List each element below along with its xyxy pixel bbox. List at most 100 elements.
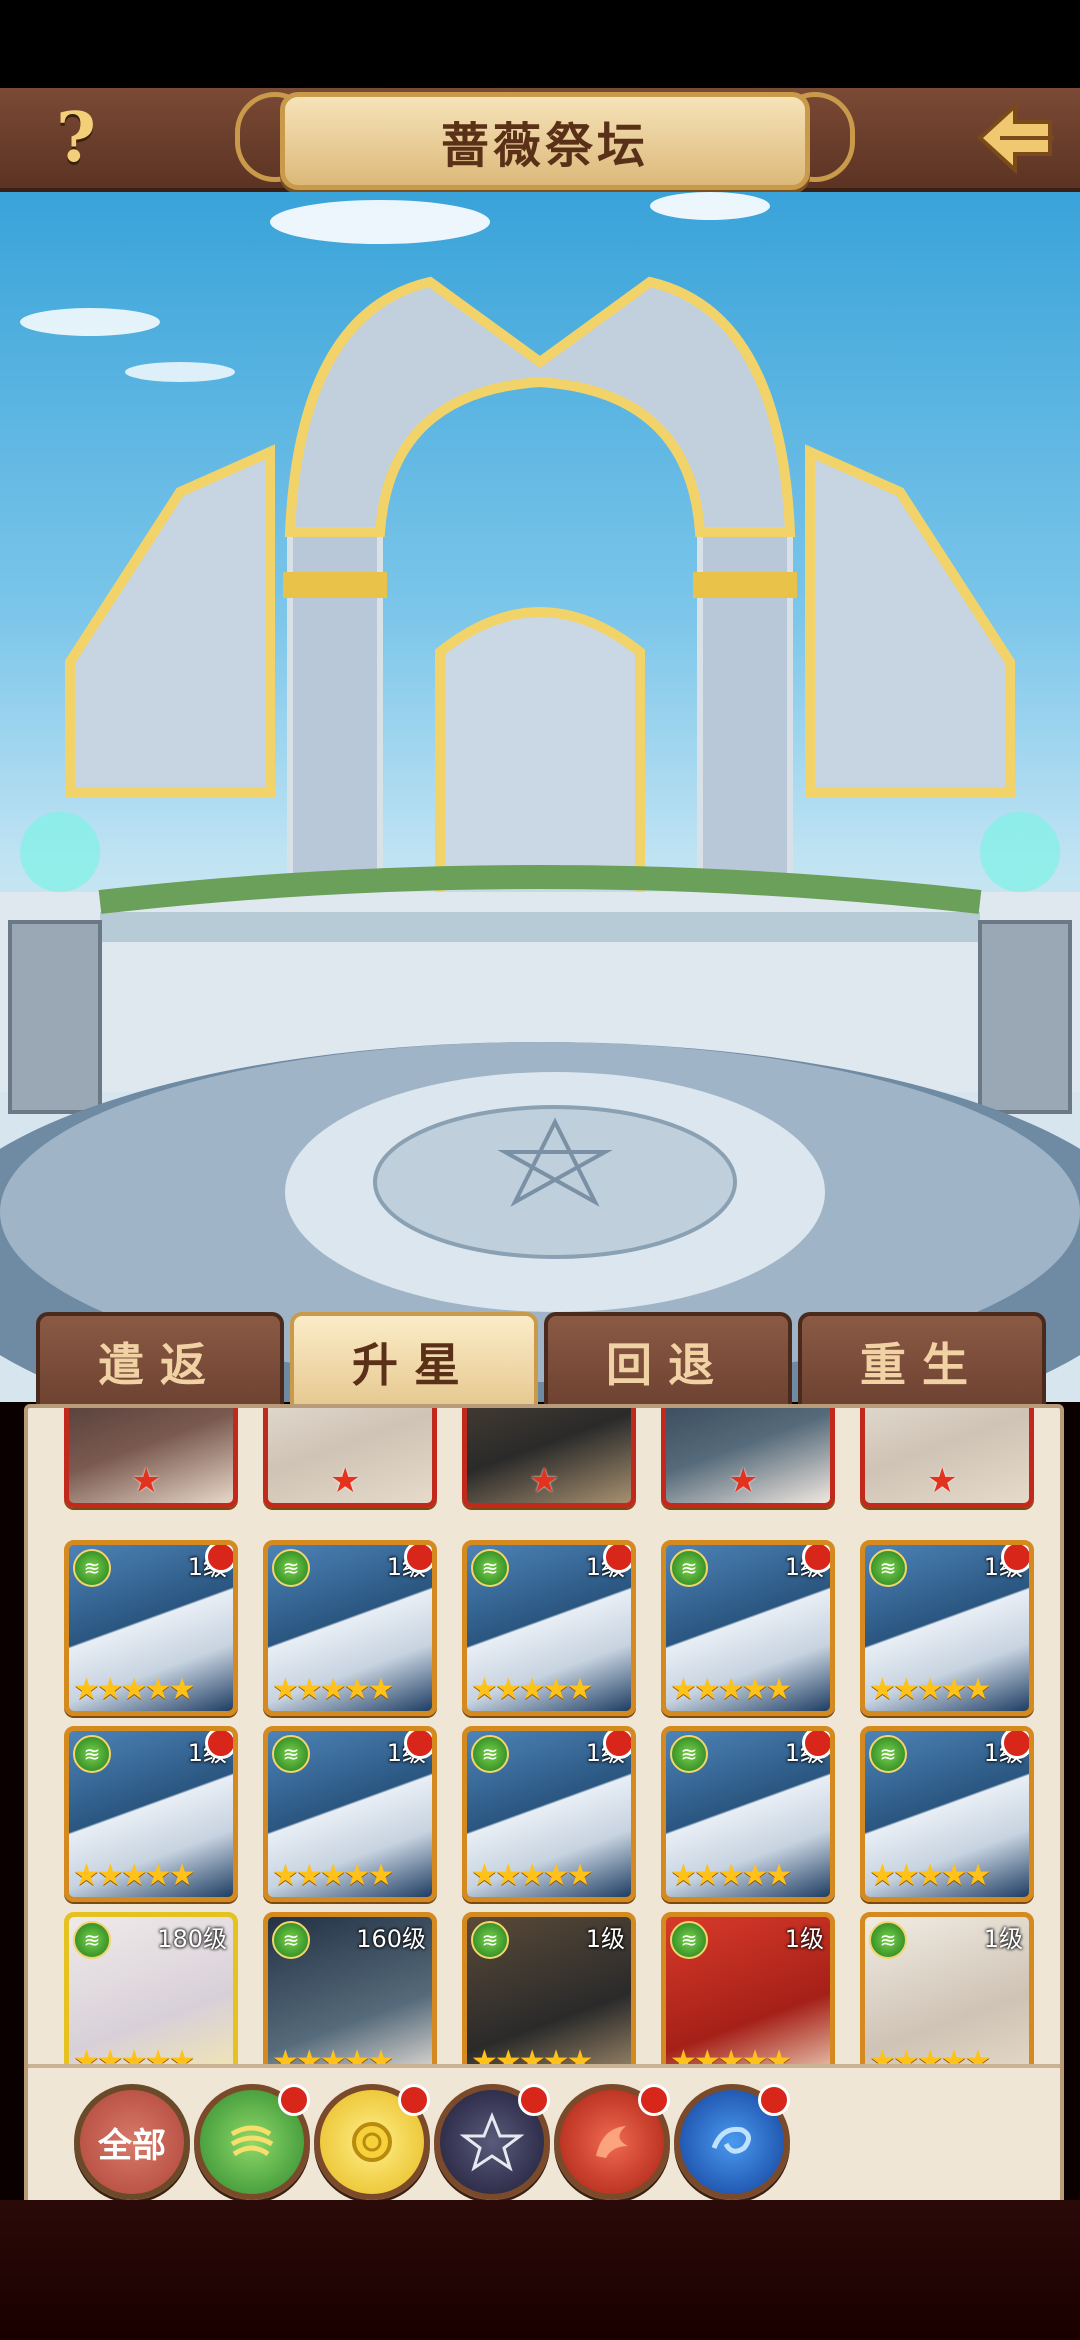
back-arrow-icon[interactable] (970, 98, 1060, 178)
tab-rebirth[interactable]: 重生 (798, 1312, 1046, 1408)
wind-element-icon: ≋ (73, 1549, 111, 1587)
wind-element-icon: ≋ (869, 1549, 907, 1587)
hero-card[interactable]: ≋ 1级 ★★★★★ (64, 1540, 238, 1716)
hero-level: 1级 (585, 1925, 625, 1953)
hero-card[interactable]: ≋ 1级 ★★★★★ (263, 1540, 437, 1716)
wind-element-icon: ≋ (272, 1549, 310, 1587)
hero-level: 180级 (157, 1925, 227, 1953)
filter-phoenix-button[interactable] (554, 2084, 670, 2200)
water-element-icon (711, 2126, 751, 2154)
notification-dot (603, 1545, 631, 1573)
phoenix-element-icon (596, 2126, 628, 2158)
notification-dot (603, 1731, 631, 1759)
notification-dot (205, 1545, 233, 1573)
tab-label: 遣返 (98, 1338, 222, 1392)
notification-dot (398, 2084, 430, 2116)
hero-stars: ★★★★★ (272, 1858, 394, 1893)
hero-card[interactable]: ≋ 1级 ★★★★★ (64, 1726, 238, 1902)
tab-star-up[interactable]: 升星 (290, 1312, 538, 1408)
hero-stars: ★★★★★ (73, 1858, 195, 1893)
notification-dot (802, 1545, 830, 1573)
hero-panel: ★ ★ ★ ★ ★ ≋ 1级 ★★★★★ ≋ 1级 ★★★★★ ≋ 1级 ★★★★★ ≋ 1级… (24, 1404, 1064, 2208)
notification-dot (278, 2084, 310, 2116)
notification-dot (205, 1731, 233, 1759)
filter-water-button[interactable] (674, 2084, 790, 2200)
title-plate: 蔷薇祭坛 (280, 92, 810, 190)
tab-revert[interactable]: 回退 (544, 1312, 792, 1408)
hero-stars: ★★★★★ (869, 1858, 991, 1893)
hero-card[interactable]: ≋ 1级 ★★★★★ (462, 1540, 636, 1716)
hero-card[interactable]: ≋ 1级 ★★★★★ (263, 1726, 437, 1902)
tab-label: 重生 (860, 1338, 984, 1392)
hero-card[interactable]: ≋ 1级 ★★★★★ (860, 1912, 1034, 2068)
hero-stars: ★★★★★ (471, 1858, 593, 1893)
altar-scene (0, 192, 1080, 1402)
wind-element-icon: ≋ (670, 1921, 708, 1959)
hero-card[interactable]: ★ (263, 1408, 437, 1508)
hero-card[interactable]: ≋ 1级 ★★★★★ (661, 1540, 835, 1716)
star-element-icon (460, 2111, 524, 2172)
hero-card[interactable]: ≋ 1级 ★★★★★ (462, 1912, 636, 2068)
filter-label: 全部 (98, 2125, 166, 2166)
bottom-background (0, 2200, 1080, 2340)
hero-stars: ★★★★★ (73, 1672, 195, 1707)
divider (28, 2064, 1060, 2068)
hero-grid[interactable]: ★ ★ ★ ★ ★ ≋ 1级 ★★★★★ ≋ 1级 ★★★★★ ≋ 1级 ★★★★★ ≋ 1级… (28, 1408, 1060, 2068)
wind-element-icon: ≋ (272, 1735, 310, 1773)
status-bar (0, 0, 1080, 88)
red-star-icon: ★ (728, 1461, 759, 1501)
hero-card[interactable]: ≋ 1级 ★★★★★ (860, 1540, 1034, 1716)
notification-dot (758, 2084, 790, 2116)
filter-wind-button[interactable] (194, 2084, 310, 2200)
hero-level: 1级 (784, 1925, 824, 1953)
tab-label: 回退 (606, 1338, 730, 1392)
hero-card[interactable]: ≋ 180级 ★★★★★ (64, 1912, 238, 2068)
wind-element-icon: ≋ (471, 1735, 509, 1773)
wind-element-icon (230, 2125, 274, 2157)
tab-dismiss[interactable]: 遣返 (36, 1312, 284, 1408)
hero-level: 1级 (983, 1925, 1023, 1953)
help-button[interactable]: ? (40, 100, 112, 176)
wind-element-icon: ≋ (471, 1921, 509, 1959)
filter-star-button[interactable] (434, 2084, 550, 2200)
hero-card[interactable]: ★ (462, 1408, 636, 1508)
wind-element-icon: ≋ (471, 1549, 509, 1587)
notification-dot (404, 1545, 432, 1573)
red-star-icon: ★ (330, 1461, 361, 1501)
wind-element-icon: ≋ (869, 1735, 907, 1773)
notification-dot (1001, 1731, 1029, 1759)
hero-stars: ★★★★★ (471, 1672, 593, 1707)
hero-card[interactable]: ≋ 1级 ★★★★★ (661, 1912, 835, 2068)
hero-stars: ★★★★★ (869, 1672, 991, 1707)
red-star-icon: ★ (927, 1461, 958, 1501)
hero-stars: ★★★★★ (670, 1672, 792, 1707)
rose-element-icon (352, 2122, 392, 2162)
hero-stars: ★★★★★ (272, 1672, 394, 1707)
hero-card[interactable]: ≋ 1级 ★★★★★ (462, 1726, 636, 1902)
notification-dot (638, 2084, 670, 2116)
wind-element-icon: ≋ (73, 1921, 111, 1959)
wind-element-icon: ≋ (670, 1735, 708, 1773)
wind-element-icon: ≋ (670, 1549, 708, 1587)
wind-element-icon: ≋ (869, 1921, 907, 1959)
hero-card[interactable]: ★ (860, 1408, 1034, 1508)
notification-dot (802, 1731, 830, 1759)
hero-card[interactable]: ≋ 1级 ★★★★★ (860, 1726, 1034, 1902)
hero-card[interactable]: ★ (661, 1408, 835, 1508)
hero-card[interactable]: ≋ 160级 ★★★★★ (263, 1912, 437, 2068)
hero-card[interactable]: ≋ 1级 ★★★★★ (661, 1726, 835, 1902)
notification-dot (518, 2084, 550, 2116)
filter-rose-button[interactable] (314, 2084, 430, 2200)
tab-label: 升星 (352, 1338, 476, 1392)
page-title: 蔷薇祭坛 (440, 118, 649, 174)
hero-level: 160级 (356, 1925, 426, 1953)
red-star-icon: ★ (131, 1461, 162, 1501)
filter-all-button[interactable]: 全部 (74, 2084, 190, 2200)
notification-dot (404, 1731, 432, 1759)
hero-card[interactable]: ★ (64, 1408, 238, 1508)
wind-element-icon: ≋ (73, 1735, 111, 1773)
notification-dot (1001, 1545, 1029, 1573)
wind-element-icon: ≋ (272, 1921, 310, 1959)
hero-stars: ★★★★★ (670, 1858, 792, 1893)
tab-bar: 遣返 升星 回退 重生 (0, 1312, 1080, 1408)
